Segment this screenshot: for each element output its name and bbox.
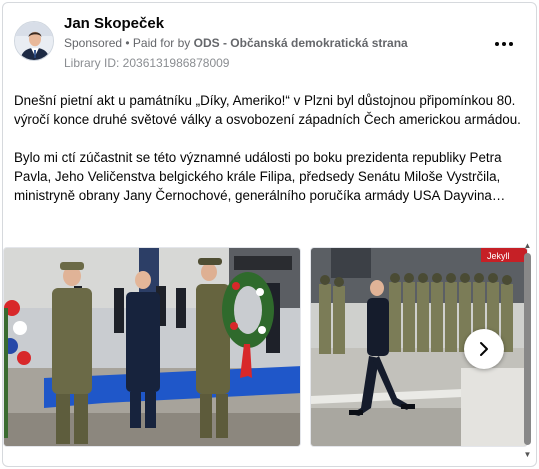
library-id: Library ID: 2036131986878009: [64, 56, 230, 70]
more-options-button[interactable]: [492, 35, 516, 53]
more-dot-icon: [509, 42, 513, 46]
scroll-down-arrow-icon[interactable]: ▼: [523, 450, 532, 459]
meta-separator: •: [122, 36, 133, 50]
post-header: Jan Skopeček Sponsored • Paid for by ODS…: [14, 13, 526, 73]
post-paragraph-2: Bylo mi ctí zúčastnit se této významné u…: [14, 150, 506, 203]
image-carousel: Jekyll: [3, 247, 536, 447]
profile-photo: [15, 22, 53, 60]
more-dot-icon: [495, 42, 499, 46]
carousel-next-button[interactable]: [464, 329, 504, 369]
store-sign-text: Jekyll: [487, 251, 510, 261]
post-body: Dnešní pietní akt u památníku „Díky, Ame…: [14, 91, 524, 224]
vertical-scrollbar[interactable]: ▲ ▼: [523, 241, 532, 459]
author-name[interactable]: Jan Skopeček: [64, 15, 164, 32]
post-paragraph-1: Dnešní pietní akt u památníku „Díky, Ame…: [14, 93, 521, 127]
sponsored-label: Sponsored: [64, 36, 123, 50]
paid-for-label: Paid for by: [132, 36, 194, 50]
ceremony-photo-wreath: [4, 248, 300, 446]
avatar[interactable]: [14, 21, 54, 61]
chevron-right-icon: [480, 342, 488, 356]
scroll-up-arrow-icon[interactable]: ▲: [523, 241, 532, 250]
scroll-thumb[interactable]: [524, 253, 531, 445]
advertiser-link[interactable]: ODS - Občanská demokratická strana: [194, 36, 408, 50]
sponsored-line: Sponsored • Paid for by ODS - Občanská d…: [64, 36, 408, 50]
ad-card: Jan Skopeček Sponsored • Paid for by ODS…: [2, 2, 537, 467]
carousel-image-1[interactable]: [3, 247, 301, 447]
more-dot-icon: [502, 42, 506, 46]
